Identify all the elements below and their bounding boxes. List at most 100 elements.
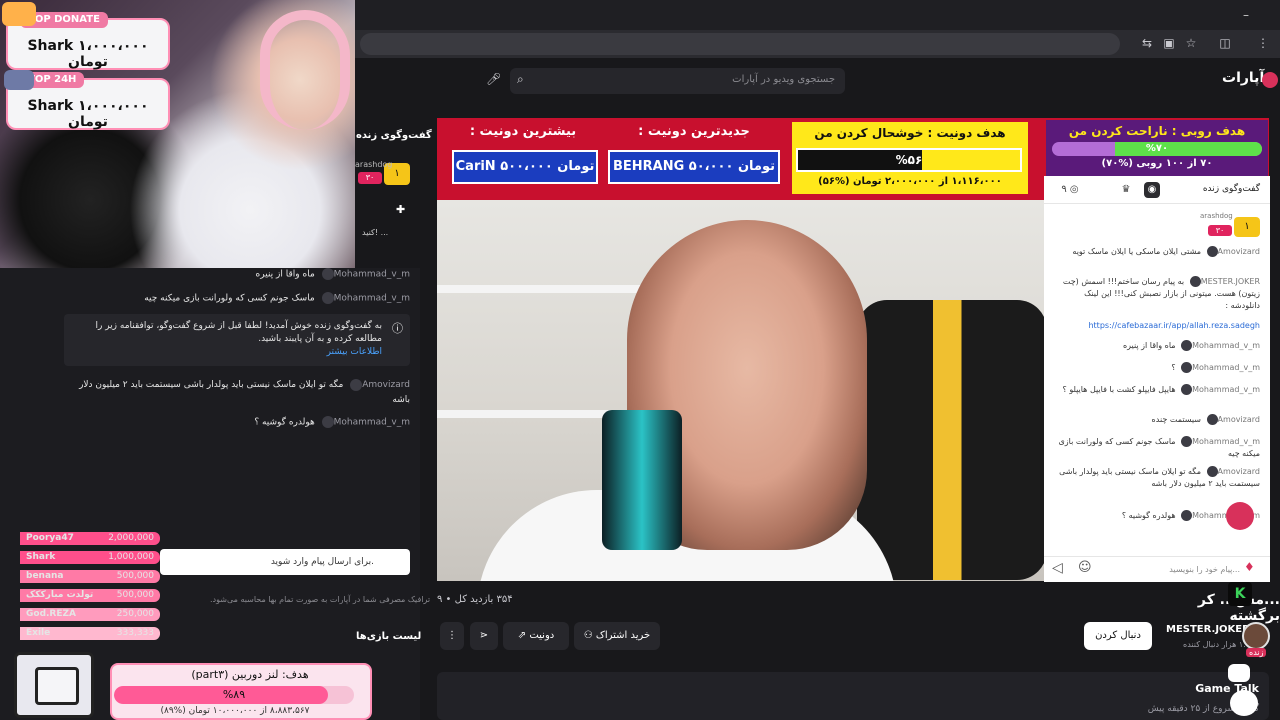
puzzle-icon[interactable]: ◫ [1218,36,1232,50]
search-input[interactable]: جستجوی ویدیو در آپارات [510,68,845,94]
leaderboard-row: Poorya47 2,000,000 [20,532,160,545]
ruby-goal-bar: %۷۰ [1052,142,1262,156]
shelf-image [437,285,667,293]
badge-user: arashdog [355,160,393,169]
address-bar[interactable] [360,33,1120,55]
send-icon[interactable]: ◁ [1052,560,1063,576]
minimize-icon[interactable]: – [1243,8,1249,22]
list-item: Amovizard سیستمت چنده [1151,414,1260,425]
ruby-goal-title: هدف روبی : ناراحت کردن من [1068,124,1246,138]
leaderboard-row: Exile 333,333 [20,627,160,640]
avatar [1206,414,1218,425]
leaderboard-value: 500,000 [116,590,154,600]
donate-button[interactable]: دونیت ⇗ [503,622,569,650]
subscribe-button[interactable]: خرید اشتراک ⚇ [574,622,660,650]
translate-icon[interactable]: ⇆ [1140,36,1154,50]
bottom-goal-sub: ۸،۸۸۳،۵۶۷ از ۱۰،۰۰۰،۰۰۰ تومان (%۸۹) [160,706,310,716]
avatar [321,416,334,428]
follow-button[interactable]: دنبال کردن [1084,622,1152,650]
games-list-title: لیست بازی‌ها [356,631,422,642]
cat-sticker-icon [4,70,34,90]
chat-input[interactable]: برای ارسال پیام وارد شوید. [160,549,410,575]
leaderboard-value: 1,000,000 [108,552,154,562]
traffic-note: ترافیک مصرفی شما در آپارات به صورت تمام … [210,595,431,604]
ruby-goal-percent: %۷۰ [1145,143,1169,154]
leaderboard-value: 500,000 [116,571,154,581]
bottom-goal-title: هدف: لنز دوربین (part۳) [191,668,309,681]
more-options-button[interactable]: ⋮ [440,622,464,650]
trophy-icon[interactable]: ♛ [1118,182,1134,198]
avatar [1181,436,1193,447]
donate-fab-icon[interactable] [1226,502,1254,530]
right-chat-title: گفت‌وگوی زنده [1202,184,1260,194]
welcome-notice: به گفت‌وگوی زنده خوش آمدید! لطفا قبل از … [64,314,410,366]
more-info-link[interactable]: اطلاعات بیشتر [327,347,382,357]
kick-icon: K [1228,582,1252,606]
donation-goal-box: هدف دونیت : خوشحال کردن من %۵۶ ۱،۱۱۶،۰۰۰… [792,122,1028,194]
leaderboard-name: Exile [26,628,51,638]
loading-icon [1230,690,1258,716]
search-icon[interactable]: ⌕ [517,72,533,88]
avatar [1181,340,1193,351]
avatar [1206,246,1218,257]
donation-goal-title: هدف دونیت : خوشحال کردن من [814,126,1006,140]
game-category-card[interactable]: Game Talk گیم • شروع از ۲۵ دقیقه پیش [437,672,1269,720]
donate-icon[interactable]: ♦ [1244,560,1255,574]
leaderboard-row: benana 500,000 [20,570,160,583]
ruby-goal-sub: ۷۰ از ۱۰۰ روبی (%۷۰) [1101,158,1213,169]
pin-icon: ✚ [396,203,406,216]
site-logo[interactable]: آپارات [1222,70,1264,86]
leaderboard-value: 333,333 [116,628,154,638]
chair-image [857,300,1044,580]
leaderboard-value: 2,000,000 [108,533,154,543]
menu-icon[interactable]: ⋮ [1256,36,1270,50]
leaderboard-row: Shark 1,000,000 [20,551,160,564]
list-item: Mohammad_v_m ؟ [1171,362,1260,373]
aparat-logo-icon [1262,72,1278,88]
list-item: Amovizard مگه تو ایلان ماسک نیستی باید پ… [79,378,410,405]
emoji-icon[interactable]: ☺ [1078,560,1092,575]
channel-name[interactable]: MESTER.JOKER [1166,624,1250,635]
eye-icon[interactable] [1228,664,1250,682]
leaderboard-name: تولدت مبارککک [26,590,94,600]
right-chat-placeholder: پیام خود را بنویسید... [1169,565,1240,574]
leaderboard-name: Shark [26,552,56,562]
headphones-image [260,10,350,130]
bookmark-star-icon[interactable]: ☆ [1184,36,1198,50]
list-item: Mohammad_v_m هایپل فایپلو کشت با فایپل ه… [1062,384,1260,395]
video-player[interactable] [437,200,1044,581]
avatar [1181,384,1193,395]
viewer-count-value: ۹ [1061,184,1067,195]
video-stats: ۳۵۴ بازدید کل • ۹ [437,594,513,605]
list-item: Mohammad_v_m هولدره گوشیه ؟ [254,416,410,428]
list-item: Mohammad_v_m ماه واقا از پنیره [1122,340,1260,351]
users-icon[interactable]: ◉ [1144,182,1160,198]
viewer-count: ۹ ◎ [1061,184,1079,195]
list-item: MESTER.JOKER به پیام رسان ساختم!!! اسمش … [1062,276,1260,310]
leaderboard-row: تولدت مبارککک 500,000 [20,589,160,602]
donation-goal-sub: ۱،۱۱۶،۰۰۰ از ۲،۰۰۰،۰۰۰ تومان (%۵۶) [818,176,1002,187]
right-chat-header: گفت‌وگوی زنده ◉ ♛ ۹ ◎ [1044,176,1270,204]
left-chat-title: گفت‌وگوی زنده [356,130,432,141]
download-link[interactable]: https://cafebazaar.ir/app/allah.reza.sad… [1088,321,1260,330]
cat-sticker-icon [2,2,36,26]
subscribe-label: خرید اشتراک [595,630,651,641]
live-badge: زنده [1246,648,1267,657]
info-icon: ⓘ [392,322,403,335]
microphone-icon[interactable]: 🎤︎ [486,72,502,88]
avatar [1189,276,1201,287]
rank-badge: ۱ [1234,217,1260,237]
donate-label: دونیت [529,630,555,641]
share-button[interactable]: ⋖ [470,622,498,650]
pinned-message: کنید! ... [362,228,389,237]
channel-avatar[interactable] [1242,622,1270,650]
extension-icon[interactable]: ▣ [1162,36,1176,50]
list-item: Amovizard مشتی ایلان ماسکی یا ایلان ماسک… [1072,246,1260,257]
top-24h-amount: Shark ۱،۰۰۰،۰۰۰ تومان [27,98,149,130]
welcome-text: به گفت‌وگوی زنده خوش آمدید! لطفا قبل از … [95,321,383,344]
top-donation-value: CariN ۵۰۰،۰۰۰ تومان [452,150,598,184]
microphone-image [602,410,682,550]
donation-goal-bar: %۵۶ [796,148,1022,172]
avatar [1181,362,1193,373]
list-item: Mohammad_v_m ماسک جونم کسی که ولورانت با… [1058,436,1260,458]
